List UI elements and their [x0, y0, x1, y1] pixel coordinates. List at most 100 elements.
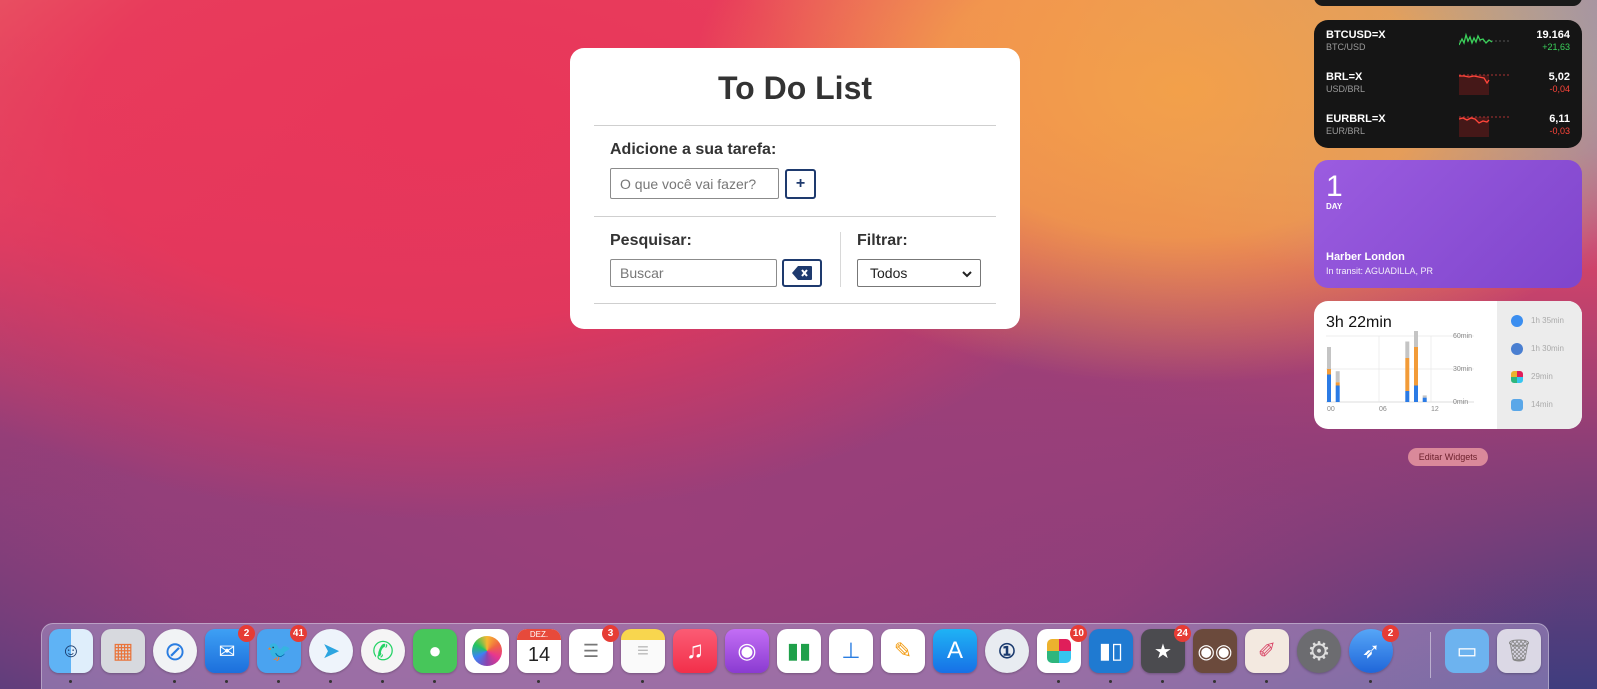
dock-slack[interactable]: 10: [1037, 625, 1087, 673]
add-task-button[interactable]: +: [785, 169, 816, 199]
stocks-widget[interactable]: BTCUSD=X BTC/USD 19.164 +21,63 BRL=X USD…: [1314, 20, 1582, 148]
robot-icon: ◉◉: [1197, 640, 1233, 663]
app-usage-time: 1h 30min: [1531, 344, 1564, 353]
dock-pixelmator[interactable]: ✐: [1245, 629, 1289, 673]
running-indicator: [1265, 680, 1268, 683]
dock-notes[interactable]: ≡: [621, 629, 665, 673]
stock-row[interactable]: BTCUSD=X BTC/USD 19.164 +21,63: [1326, 29, 1570, 65]
usage-bar: [1327, 374, 1331, 402]
reminders-icon: ☰: [582, 640, 600, 661]
dock-reeder[interactable]: ★ 24: [1141, 625, 1191, 673]
running-indicator: [1161, 680, 1164, 683]
usage-bar: [1335, 382, 1340, 386]
stock-row[interactable]: EURBRL=X EUR/BRL 6,11 -0,03: [1326, 113, 1570, 149]
dock-reminders[interactable]: ☰ 3: [569, 625, 619, 673]
dock-trash[interactable]: 🗑: [1497, 629, 1541, 673]
safari-blue-icon: [1511, 343, 1523, 355]
add-task-label: Adicione a sua tarefa:: [610, 141, 777, 158]
dock-photos[interactable]: [465, 629, 509, 673]
dock-finder[interactable]: ☺: [49, 629, 93, 673]
clear-search-button[interactable]: [782, 259, 822, 287]
messages-icon: ●: [428, 638, 442, 663]
dock-tweetbot-2[interactable]: ◉◉: [1193, 629, 1237, 673]
dock-launchpad[interactable]: ▦: [101, 629, 145, 673]
dock-messages[interactable]: ●: [413, 629, 457, 673]
dock-app-store[interactable]: A: [933, 629, 977, 673]
task-input[interactable]: O que você vai fazer?: [610, 168, 779, 199]
notification-badge: 2: [1382, 625, 1399, 642]
dock-1password[interactable]: ①: [985, 629, 1029, 673]
stock-price: 19.164: [1536, 29, 1570, 41]
x-tick-label: 06: [1379, 406, 1387, 413]
stock-price: 5,02: [1548, 71, 1570, 83]
usage-bar: [1414, 331, 1418, 347]
dock-downloads-folder[interactable]: ▭: [1445, 629, 1489, 673]
launchpad-icon: ▦: [112, 638, 134, 663]
notification-badge: 2: [238, 625, 255, 642]
running-indicator: [433, 680, 436, 683]
notification-badge: 10: [1069, 625, 1087, 642]
screen-time-chart: 60min 30min 0min 00 06 12: [1326, 331, 1474, 413]
notification-badge: 3: [602, 625, 619, 642]
dock-keynote[interactable]: ⊥: [829, 629, 873, 673]
dock-mail[interactable]: ✉ 2: [205, 625, 255, 673]
package-tracking-widget[interactable]: 1 DAY Harber London In transit: AGUADILL…: [1314, 160, 1582, 288]
dock-spark[interactable]: ➶ 2: [1349, 625, 1399, 673]
stock-symbol: BTCUSD=X: [1326, 29, 1386, 41]
tracking-count: 1: [1326, 170, 1343, 203]
y-tick-label: 30min: [1453, 366, 1472, 373]
usage-bar: [1335, 371, 1340, 383]
bird-icon: 🐦: [266, 640, 292, 663]
dock-system-preferences[interactable]: ⚙: [1297, 629, 1341, 673]
1password-icon: ①: [998, 640, 1016, 663]
filter-select[interactable]: Todos: [857, 259, 981, 287]
calendar-month: DEZ.: [517, 629, 561, 640]
dock-separator: [1430, 632, 1431, 678]
trello-icon: ▮▯: [1098, 638, 1124, 663]
sparkline-down: [1459, 74, 1511, 95]
dock-numbers[interactable]: ▮▮: [777, 629, 821, 673]
stock-change: -0,04: [1549, 84, 1570, 94]
page-title: To Do List: [717, 70, 873, 106]
calendar-day: 14: [527, 644, 551, 666]
divider: [594, 216, 996, 217]
sparkline-down: [1459, 116, 1511, 137]
dock-safari[interactable]: ⊘: [153, 629, 197, 673]
x-tick-label: 12: [1431, 406, 1439, 413]
filter-selected-value: Todos: [870, 265, 908, 281]
running-indicator: [173, 680, 176, 683]
running-indicator: [69, 680, 72, 683]
dock-whatsapp[interactable]: ✆: [361, 629, 405, 673]
screen-time-app-list: 1h 35min 1h 30min 29min 14min: [1497, 301, 1582, 429]
safari-icon: ⊘: [164, 635, 186, 666]
filter-label: Filtrar:: [857, 232, 908, 249]
running-indicator: [1369, 680, 1372, 683]
dock-pages[interactable]: ✎: [881, 629, 925, 673]
usage-bar: [1327, 369, 1331, 375]
dock-calendar[interactable]: DEZ. 14: [517, 629, 561, 673]
dock-podcasts[interactable]: ◉: [725, 629, 769, 673]
music-icon: ♫: [686, 637, 704, 664]
dock-music[interactable]: ♫: [673, 629, 717, 673]
dock-trello[interactable]: ▮▯: [1089, 629, 1133, 673]
stock-change: +21,63: [1542, 42, 1570, 52]
running-indicator: [329, 680, 332, 683]
app-usage-time: 14min: [1531, 400, 1553, 409]
star-icon: ★: [1154, 640, 1172, 663]
brush-icon: ✐: [1257, 638, 1277, 663]
running-indicator: [641, 680, 644, 683]
finder-icon: ☺: [60, 639, 82, 662]
photos-icon: [472, 636, 502, 666]
usage-bar: [1422, 397, 1427, 402]
screen-time-widget[interactable]: 3h 22min 60min 30min 0min 00 06 12 1h 35…: [1314, 301, 1582, 429]
numbers-icon: ▮▮: [786, 638, 812, 663]
stock-row[interactable]: BRL=X USD/BRL 5,02 -0,04: [1326, 71, 1570, 107]
search-input[interactable]: Buscar: [610, 259, 777, 287]
dock-tweetbot[interactable]: 🐦 41: [257, 625, 307, 673]
running-indicator: [225, 680, 228, 683]
dock-telegram[interactable]: ➤: [309, 629, 353, 673]
edit-widgets-button[interactable]: Editar Widgets: [1408, 448, 1488, 466]
stock-symbol: EURBRL=X: [1326, 113, 1386, 125]
paper-plane-icon: ➶: [1361, 638, 1381, 663]
running-indicator: [381, 680, 384, 683]
